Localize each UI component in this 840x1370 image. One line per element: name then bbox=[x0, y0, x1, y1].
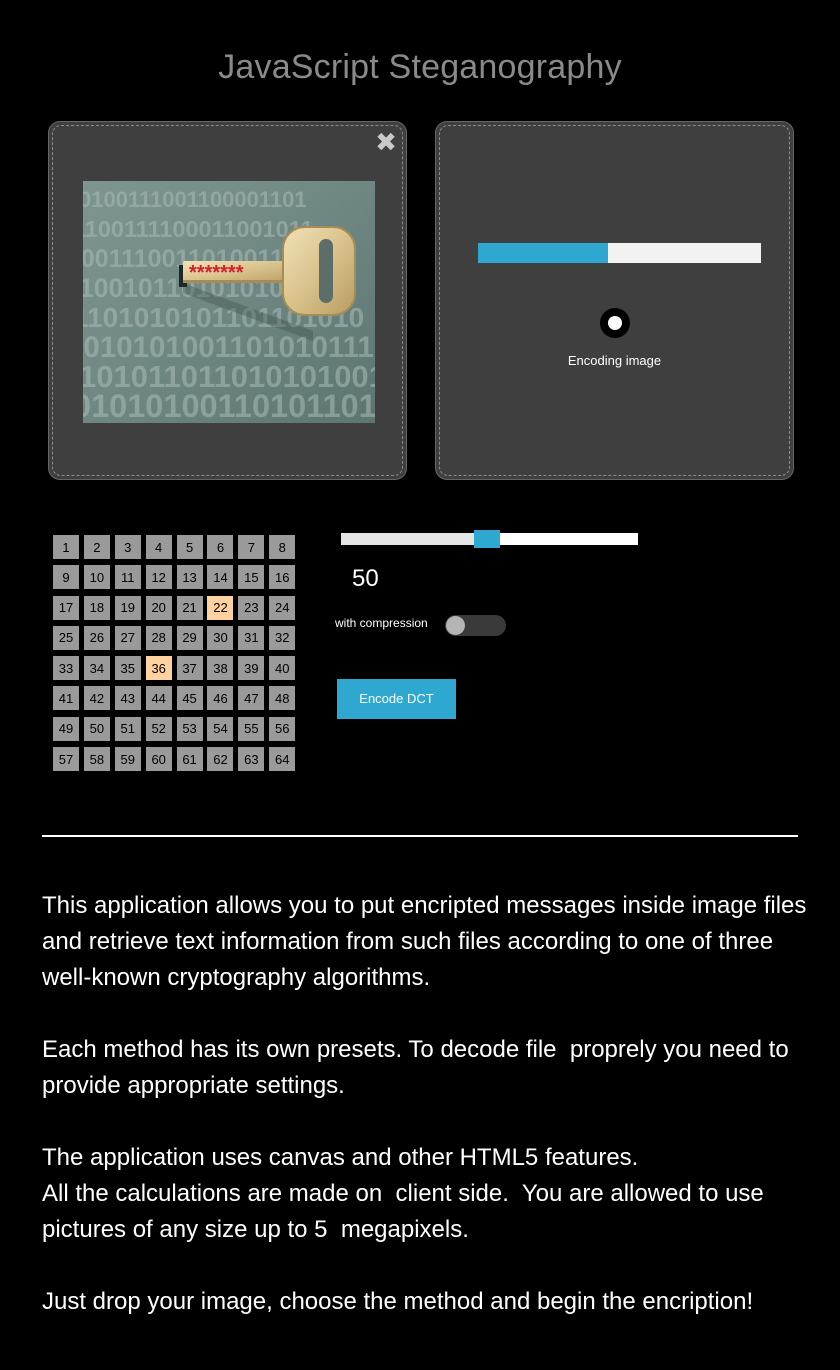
dct-cell[interactable]: 16 bbox=[269, 565, 296, 590]
dct-cell[interactable]: 55 bbox=[238, 716, 265, 741]
loading-spinner-icon bbox=[600, 308, 630, 338]
dct-cell[interactable]: 45 bbox=[176, 686, 203, 711]
dct-cell[interactable]: 2 bbox=[83, 535, 110, 559]
dct-cell[interactable]: 19 bbox=[114, 595, 141, 620]
dct-cell[interactable]: 53 bbox=[176, 716, 203, 741]
slider-thumb[interactable] bbox=[473, 530, 500, 548]
dct-cell[interactable]: 63 bbox=[238, 747, 265, 772]
dct-cell[interactable]: 25 bbox=[53, 625, 79, 650]
description-paragraph: Just drop your image, choose the method … bbox=[42, 1288, 754, 1315]
dct-cell[interactable]: 22 bbox=[207, 595, 234, 620]
dct-cell[interactable]: 21 bbox=[176, 595, 203, 620]
description-text: This application allows you to put encri… bbox=[42, 888, 812, 1356]
dct-cell[interactable]: 52 bbox=[145, 716, 172, 741]
encoding-progress-bar bbox=[478, 243, 761, 263]
key-in-binary-wall-image: 0100111001100001101110011110001100101100… bbox=[83, 181, 375, 423]
dct-cell[interactable]: 43 bbox=[114, 686, 141, 711]
dct-cell[interactable]: 20 bbox=[145, 595, 172, 620]
encode-dct-button[interactable]: Encode DCT bbox=[337, 679, 456, 719]
dct-cell[interactable]: 50 bbox=[83, 716, 110, 741]
dct-cell[interactable]: 17 bbox=[53, 595, 79, 620]
image-drop-zone[interactable]: ✖ 0100111001100001101 1100111100011001011… bbox=[48, 121, 407, 480]
strength-slider[interactable] bbox=[341, 530, 638, 548]
dct-cell[interactable]: 41 bbox=[53, 686, 79, 711]
dct-cell[interactable]: 36 bbox=[145, 656, 172, 681]
dct-cell[interactable]: 13 bbox=[176, 565, 203, 590]
dct-cell[interactable]: 10 bbox=[83, 565, 110, 590]
toggle-knob bbox=[446, 616, 465, 635]
dct-cell[interactable]: 15 bbox=[238, 565, 265, 590]
dct-cell[interactable]: 28 bbox=[145, 625, 172, 650]
dct-cell[interactable]: 59 bbox=[114, 747, 141, 772]
dct-cell[interactable]: 42 bbox=[83, 686, 110, 711]
dct-cell[interactable]: 27 bbox=[114, 625, 141, 650]
dct-cell[interactable]: 46 bbox=[207, 686, 234, 711]
dct-cell[interactable]: 23 bbox=[238, 595, 265, 620]
dct-cell[interactable]: 1 bbox=[53, 535, 79, 559]
dct-cell[interactable]: 11 bbox=[114, 565, 141, 590]
dct-cell[interactable]: 29 bbox=[176, 625, 203, 650]
status-text: Encoding image bbox=[567, 353, 662, 368]
dct-cell[interactable]: 64 bbox=[269, 747, 296, 772]
dct-cell[interactable]: 40 bbox=[269, 656, 296, 681]
dct-cell[interactable]: 6 bbox=[207, 535, 234, 559]
dct-cell[interactable]: 54 bbox=[207, 716, 234, 741]
divider bbox=[42, 835, 798, 837]
dct-cell[interactable]: 8 bbox=[269, 535, 296, 559]
dct-cell[interactable]: 44 bbox=[145, 686, 172, 711]
dct-cell[interactable]: 34 bbox=[83, 656, 110, 681]
binary-texture-row: 0101010011010110101 bbox=[83, 388, 375, 423]
dct-cell[interactable]: 58 bbox=[83, 747, 110, 772]
dct-cell[interactable]: 39 bbox=[238, 656, 265, 681]
dct-cell[interactable]: 60 bbox=[145, 747, 172, 772]
slider-value: 50 bbox=[352, 565, 379, 592]
encoding-result-panel: Encoding image bbox=[435, 121, 794, 480]
close-icon[interactable]: ✖ bbox=[374, 129, 398, 155]
dct-cell[interactable]: 4 bbox=[145, 535, 172, 559]
binary-texture-row: 1100111100011001011 bbox=[83, 216, 314, 242]
dct-cell[interactable]: 48 bbox=[269, 686, 296, 711]
dct-cell[interactable]: 37 bbox=[176, 656, 203, 681]
dct-cell[interactable]: 3 bbox=[114, 535, 141, 559]
dct-cell[interactable]: 33 bbox=[53, 656, 79, 681]
dct-cell[interactable]: 47 bbox=[238, 686, 265, 711]
dct-cell[interactable]: 12 bbox=[145, 565, 172, 590]
dct-cell[interactable]: 30 bbox=[207, 625, 234, 650]
dct-cell[interactable]: 62 bbox=[207, 747, 234, 772]
description-paragraph: This application allows you to put encri… bbox=[42, 892, 814, 991]
dct-cell[interactable]: 7 bbox=[238, 535, 265, 559]
dct-cell[interactable]: 18 bbox=[83, 595, 110, 620]
compression-toggle[interactable] bbox=[445, 615, 506, 636]
description-paragraph: The application uses canvas and other HT… bbox=[42, 1144, 764, 1243]
description-paragraph: Each method has its own presets. To deco… bbox=[42, 1036, 803, 1099]
dct-cell[interactable]: 24 bbox=[269, 595, 296, 620]
dct-cell[interactable]: 57 bbox=[53, 747, 79, 772]
source-image-preview: 0100111001100001101 1100111100011001011 00… bbox=[83, 181, 375, 423]
dct-cell[interactable]: 38 bbox=[207, 656, 234, 681]
dct-cell[interactable]: 32 bbox=[269, 625, 296, 650]
dct-cell[interactable]: 9 bbox=[53, 565, 79, 590]
dct-cell[interactable]: 31 bbox=[238, 625, 265, 650]
dct-cell[interactable]: 49 bbox=[53, 716, 79, 741]
compression-label: with compression bbox=[335, 616, 428, 630]
dct-coefficient-grid: 1 2 3 4 5 6 7 8 9 10 11 12 13 14 15 16 17 18 19 20 21 22 23 24 2… bbox=[53, 535, 299, 772]
dct-cell[interactable]: 14 bbox=[207, 565, 234, 590]
dct-cell[interactable]: 56 bbox=[269, 716, 296, 741]
dct-cell[interactable]: 5 bbox=[176, 535, 203, 559]
dct-cell[interactable]: 26 bbox=[83, 625, 110, 650]
masked-password-text: ******* bbox=[189, 262, 244, 284]
slider-fill bbox=[341, 533, 487, 545]
page-title: JavaScript Steganography bbox=[218, 48, 622, 86]
dct-cell[interactable]: 61 bbox=[176, 747, 203, 772]
dct-cell[interactable]: 51 bbox=[114, 716, 141, 741]
dct-cell[interactable]: 35 bbox=[114, 656, 141, 681]
binary-texture-row: 0100111001100001101 bbox=[83, 187, 307, 212]
progress-fill bbox=[478, 243, 609, 263]
